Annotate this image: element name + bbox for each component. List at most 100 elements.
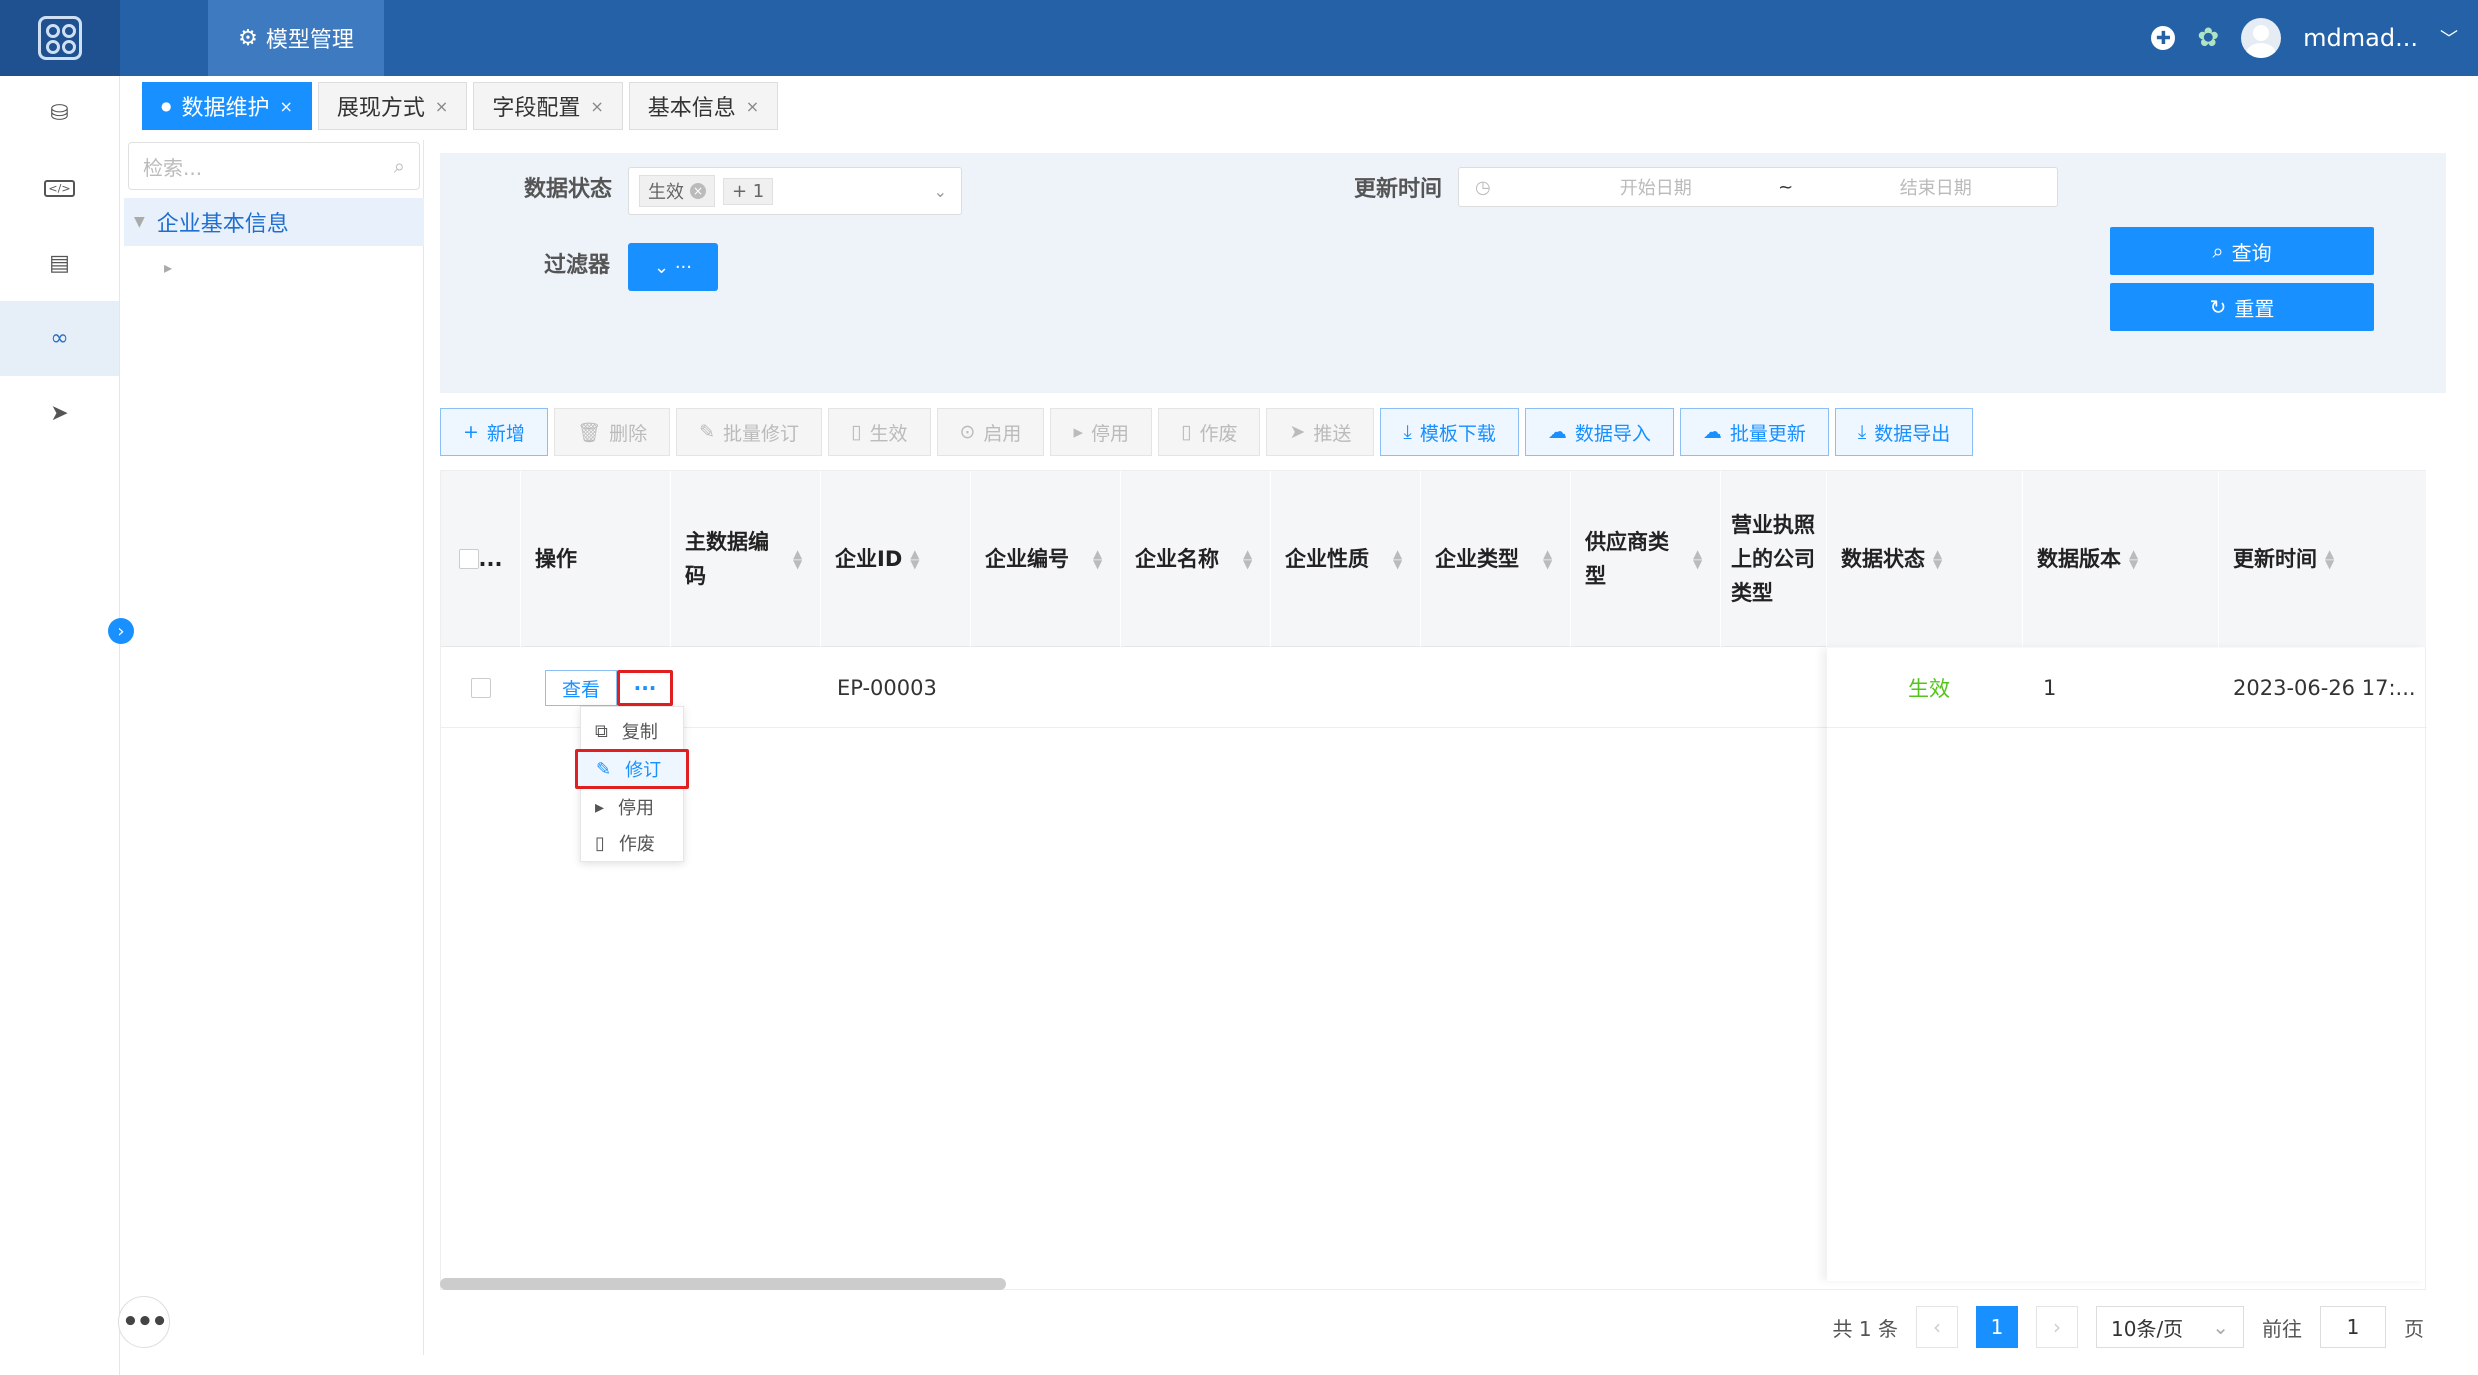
nav-send[interactable]: ➤: [0, 376, 119, 451]
close-icon[interactable]: ×: [746, 97, 759, 116]
prev-page-button[interactable]: ‹: [1916, 1306, 1958, 1348]
page-size-select[interactable]: 10条/页 ⌄: [2096, 1306, 2244, 1348]
status-filter-label: 数据状态: [524, 177, 613, 202]
code-icon: </>: [44, 180, 75, 197]
end-date-input[interactable]: 结束日期: [1861, 174, 2011, 200]
active-dot-icon: ●: [161, 99, 172, 113]
close-icon[interactable]: ×: [590, 97, 603, 116]
nav-document[interactable]: ▤: [0, 226, 119, 301]
tree-node-enterprise-basic-info[interactable]: ▼ 企业基本信息: [124, 198, 424, 246]
view-button[interactable]: 查看: [545, 670, 617, 706]
cloud-upload-icon: ☁: [1702, 421, 1722, 443]
next-page-button[interactable]: ›: [2036, 1306, 2078, 1348]
goto-page-input[interactable]: 1: [2320, 1306, 2386, 1348]
download-icon: ⤓: [1403, 421, 1412, 443]
menu-item-void[interactable]: ▯ 作废: [581, 825, 683, 861]
sort-icon[interactable]: ▲ ▼: [2129, 548, 2138, 570]
delete-button[interactable]: 🗑 删除: [553, 408, 671, 456]
column-header-enterprise-type[interactable]: 企业类型 ▲ ▼: [1421, 471, 1571, 647]
sort-icon[interactable]: ▲ ▼: [1543, 548, 1552, 570]
column-header-master-code[interactable]: 主数据编码 ▲ ▼: [671, 471, 821, 647]
tab-display-mode[interactable]: 展现方式 ×: [317, 82, 468, 130]
row-checkbox[interactable]: [471, 678, 491, 698]
data-import-button[interactable]: ☁ 数据导入: [1524, 408, 1674, 456]
sort-icon[interactable]: ▲ ▼: [793, 548, 802, 570]
column-header-label: 更新时间: [2233, 547, 2317, 571]
close-icon[interactable]: ×: [690, 183, 706, 199]
caret-right-icon[interactable]: ▸: [164, 258, 172, 277]
template-download-button[interactable]: ⤓ 模板下载: [1380, 408, 1519, 456]
chevron-down-icon[interactable]: ﹀: [2440, 25, 2458, 51]
void-button[interactable]: ▯ 作废: [1158, 408, 1261, 456]
disable-button[interactable]: ▸ 停用: [1050, 408, 1152, 456]
help-icon[interactable]: ✚: [2151, 26, 2176, 50]
avatar[interactable]: [2241, 18, 2282, 58]
row-more-button[interactable]: ···: [617, 670, 673, 706]
tree-node-label: 企业基本信息: [156, 212, 289, 237]
column-header-enterprise-nature[interactable]: 企业性质 ▲ ▼: [1271, 471, 1421, 647]
data-export-button[interactable]: ⤓ 数据导出: [1834, 408, 1974, 456]
sort-icon[interactable]: ▲ ▼: [1243, 548, 1252, 570]
expand-sidebar-button[interactable]: ›: [108, 618, 134, 644]
void-label: 作废: [1199, 422, 1238, 445]
chevron-down-icon: ⌄: [2212, 1315, 2229, 1339]
column-header-update-time[interactable]: 更新时间 ▲ ▼: [2219, 471, 2427, 647]
column-header-license-company-type[interactable]: 营业执照上的公司类型: [1721, 471, 1827, 647]
sort-icon[interactable]: ▲ ▼: [1093, 548, 1102, 570]
column-header-enterprise-name[interactable]: 企业名称 ▲ ▼: [1121, 471, 1271, 647]
nav-database[interactable]: ⛁: [0, 76, 119, 151]
query-button[interactable]: ⌕ 查询: [2110, 227, 2374, 275]
nav-model[interactable]: ∞: [0, 301, 119, 376]
disable-label: 停用: [1090, 422, 1129, 445]
menu-item-revise[interactable]: ✎ 修订: [575, 749, 689, 789]
batch-update-button[interactable]: ☁ 批量更新: [1679, 408, 1829, 456]
tree-search-input[interactable]: 检索... ⌕: [128, 142, 420, 190]
enable-button[interactable]: ⊙ 启用: [936, 408, 1045, 456]
date-range-picker[interactable]: ◷ 开始日期 ~ 结束日期: [1458, 167, 2058, 207]
openai-icon[interactable]: ✿: [2197, 23, 2219, 53]
nav-code[interactable]: </>: [0, 151, 119, 226]
menu-item-copy[interactable]: ⧉ 复制: [581, 713, 683, 749]
start-date-input[interactable]: 开始日期: [1581, 174, 1731, 200]
select-all-column[interactable]: ...: [441, 471, 521, 647]
table-header: ... 操作 主数据编码 ▲ ▼ 企业ID ▲ ▼ 企业编号 ▲ ▼ 企业名称 ▲ ▼ 企业性质…: [441, 471, 2427, 647]
model-tree: 检索... ⌕ ▼ 企业基本信息 ▸: [124, 140, 424, 1355]
tab-basic-info[interactable]: 基本信息 ×: [628, 82, 779, 130]
sort-icon[interactable]: ▲ ▼: [1393, 548, 1402, 570]
tab-data-maintenance[interactable]: ● 数据维护 ×: [142, 82, 312, 130]
sort-icon[interactable]: ▲ ▼: [1933, 548, 1942, 570]
push-button[interactable]: ➤ 推送: [1266, 408, 1375, 456]
select-all-checkbox[interactable]: [458, 549, 479, 569]
column-header-label: 数据状态: [1841, 547, 1925, 571]
status-chip: 生效 ×: [639, 175, 715, 207]
column-header-data-version[interactable]: 数据版本 ▲ ▼: [2023, 471, 2219, 647]
column-header-supplier-type[interactable]: 供应商类型 ▲ ▼: [1571, 471, 1721, 647]
top-tab-model-management[interactable]: ⚙ 模型管理: [208, 0, 384, 76]
close-icon[interactable]: ×: [435, 97, 448, 116]
sort-icon[interactable]: ▲ ▼: [910, 548, 919, 570]
sort-icon[interactable]: ▲ ▼: [1693, 548, 1702, 570]
tab-field-config[interactable]: 字段配置 ×: [473, 82, 623, 130]
reset-button[interactable]: ↻ 重置: [2110, 283, 2374, 331]
page-number-button[interactable]: 1: [1976, 1306, 2018, 1348]
batch-revise-button[interactable]: ✎ 批量修订: [676, 408, 823, 456]
column-header-label: 企业类型: [1435, 547, 1519, 571]
filter-dropdown-button[interactable]: ⌄ ···: [628, 243, 718, 291]
column-menu[interactable]: ...: [479, 542, 503, 576]
status-select[interactable]: 生效 × + 1 ⌄: [628, 167, 962, 215]
app-logo[interactable]: [0, 0, 120, 76]
download-icon: ⤓: [1857, 421, 1867, 443]
effect-button[interactable]: ▯ 生效: [828, 408, 931, 456]
column-header-data-status[interactable]: 数据状态 ▲ ▼: [1827, 471, 2023, 647]
horizontal-scrollbar[interactable]: [440, 1278, 1006, 1290]
sort-icon[interactable]: ▲ ▼: [2325, 548, 2334, 570]
menu-item-disable[interactable]: ▸ 停用: [581, 789, 683, 825]
username[interactable]: mdmad...: [2303, 24, 2418, 52]
column-header-enterprise-no[interactable]: 企业编号 ▲ ▼: [971, 471, 1121, 647]
filter-panel: 数据状态 生效 × + 1 ⌄ 更新时间 ◷ 开始日期 ~ 结束日期 过滤器 ⌄…: [440, 153, 2446, 393]
add-button[interactable]: + 新增: [440, 408, 548, 456]
column-header-enterprise-id[interactable]: 企业ID ▲ ▼: [821, 471, 971, 647]
time-filter-label: 更新时间: [1354, 177, 1443, 202]
action-toolbar: + 新增 🗑 删除 ✎ 批量修订 ▯ 生效 ⊙ 启用 ▸ 停用 ▯ 作废 ➤ 推送 ⤓ 模板下载 …: [440, 408, 1974, 456]
close-icon[interactable]: ×: [280, 97, 293, 116]
